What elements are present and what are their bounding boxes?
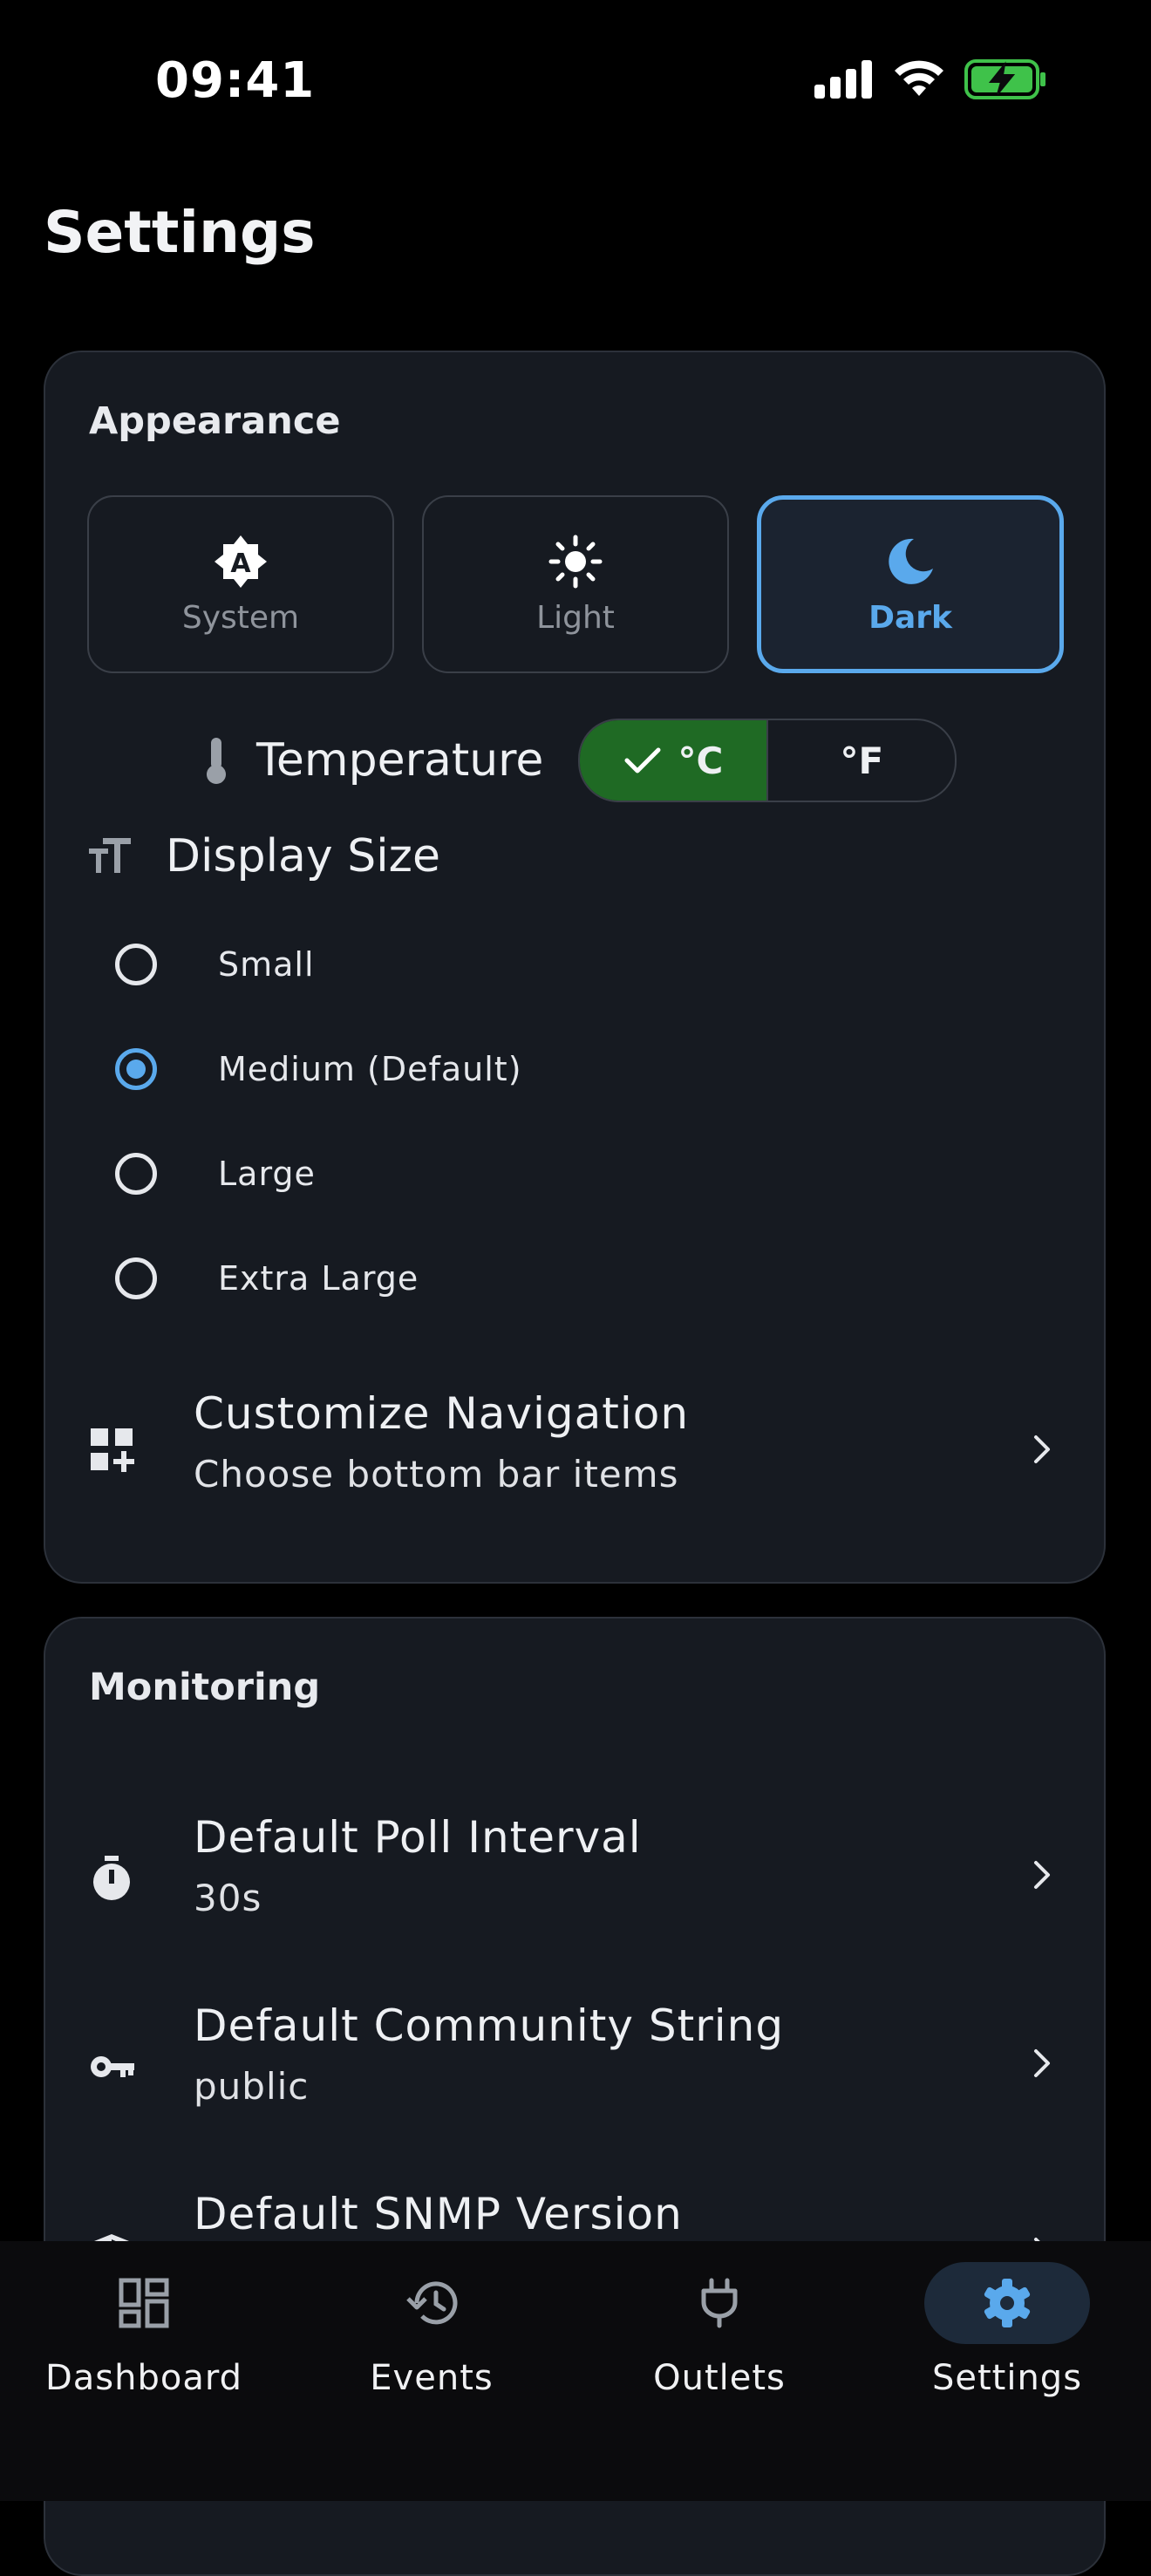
- display-size-option-label: Extra Large: [218, 1259, 419, 1298]
- brightness-auto-icon: A: [215, 535, 267, 588]
- nav-events-label: Events: [370, 2358, 494, 2398]
- theme-dark-button[interactable]: Dark: [757, 495, 1064, 673]
- check-icon: [624, 747, 661, 773]
- display-size-option-label: Medium (Default): [218, 1050, 522, 1088]
- display-size-label: Display Size: [166, 830, 440, 883]
- text-size-icon: [89, 838, 131, 873]
- theme-light-label: Light: [536, 599, 615, 636]
- wifi-icon: [895, 60, 943, 96]
- display-size-option-extra-large[interactable]: Extra Large: [115, 1244, 419, 1313]
- poll-interval-item[interactable]: Default Poll Interval 30s: [45, 1793, 1104, 1967]
- nav-dashboard-label: Dashboard: [44, 2358, 242, 2398]
- display-size-option-label: Large: [218, 1155, 316, 1193]
- battery-charging-icon: [964, 59, 1045, 99]
- thermometer-icon: [207, 738, 226, 784]
- theme-light-button[interactable]: Light: [422, 495, 729, 673]
- radio-button-selected[interactable]: [115, 1048, 157, 1090]
- dashboard-customize-icon: [91, 1428, 134, 1472]
- display-size-option-small[interactable]: Small: [115, 930, 315, 999]
- community-string-value: public: [194, 2065, 310, 2108]
- nav-events[interactable]: Events: [288, 2262, 576, 2436]
- display-size-option-medium[interactable]: Medium (Default): [115, 1034, 522, 1104]
- theme-dark-label: Dark: [868, 599, 952, 636]
- community-string-item[interactable]: Default Community String public: [45, 1981, 1104, 2156]
- timer-icon: [93, 1856, 130, 1900]
- chevron-right-icon: [1034, 1861, 1050, 1889]
- fahrenheit-label: °F: [840, 739, 884, 782]
- celsius-option[interactable]: °C: [580, 720, 769, 801]
- display-size-option-large[interactable]: Large: [115, 1139, 316, 1209]
- page-title: Settings: [44, 199, 316, 266]
- nav-icon-container: [349, 2262, 514, 2344]
- appearance-card: Appearance A System Light Dark Temperatu…: [44, 351, 1106, 1584]
- bottom-navigation-bar: Dashboard Events Outlets Settings: [0, 2241, 1151, 2501]
- nav-settings[interactable]: Settings: [863, 2262, 1151, 2436]
- poll-interval-title: Default Poll Interval: [194, 1812, 642, 1863]
- nav-settings-label: Settings: [931, 2358, 1083, 2398]
- monitoring-section-title: Monitoring: [89, 1666, 321, 1709]
- sun-icon: [548, 535, 603, 588]
- chevron-right-icon: [1034, 1435, 1050, 1463]
- nav-icon-container: [61, 2262, 227, 2344]
- key-icon: [91, 2056, 134, 2077]
- temperature-row: Temperature °C °F: [202, 719, 957, 802]
- nav-dashboard[interactable]: Dashboard: [0, 2262, 288, 2436]
- gear-icon: [984, 2279, 1031, 2327]
- svg-text:A: A: [230, 549, 251, 579]
- community-string-title: Default Community String: [194, 2000, 785, 2051]
- snmp-version-title: Default SNMP Version: [194, 2189, 683, 2239]
- poll-interval-value: 30s: [194, 1877, 262, 1919]
- nav-outlets[interactable]: Outlets: [576, 2262, 863, 2436]
- nav-icon-container: [924, 2262, 1090, 2344]
- radio-button[interactable]: [115, 1153, 157, 1195]
- dashboard-icon: [119, 2278, 169, 2328]
- theme-system-label: System: [181, 599, 300, 636]
- moon-icon: [889, 538, 933, 584]
- customize-navigation-item[interactable]: Customize Navigation Choose bottom bar i…: [45, 1362, 1104, 1537]
- plug-icon: [701, 2278, 738, 2328]
- display-size-header: Display Size: [89, 830, 440, 883]
- temperature-unit-toggle: °C °F: [578, 719, 957, 802]
- history-icon: [406, 2281, 458, 2325]
- cellular-signal-icon: [814, 60, 872, 99]
- customize-navigation-subtitle: Choose bottom bar items: [194, 1453, 679, 1496]
- celsius-label: °C: [678, 739, 724, 782]
- radio-button[interactable]: [115, 944, 157, 985]
- theme-system-button[interactable]: A System: [87, 495, 394, 673]
- radio-button[interactable]: [115, 1257, 157, 1299]
- display-size-option-label: Small: [218, 945, 315, 984]
- temperature-label: Temperature: [256, 734, 544, 787]
- status-icons: [814, 59, 1046, 99]
- appearance-section-title: Appearance: [89, 399, 341, 443]
- chevron-right-icon: [1034, 2049, 1050, 2077]
- customize-navigation-title: Customize Navigation: [194, 1388, 690, 1439]
- nav-outlets-label: Outlets: [653, 2358, 786, 2398]
- nav-icon-container: [637, 2262, 802, 2344]
- fahrenheit-option[interactable]: °F: [768, 720, 955, 801]
- status-time: 09:41: [155, 52, 316, 109]
